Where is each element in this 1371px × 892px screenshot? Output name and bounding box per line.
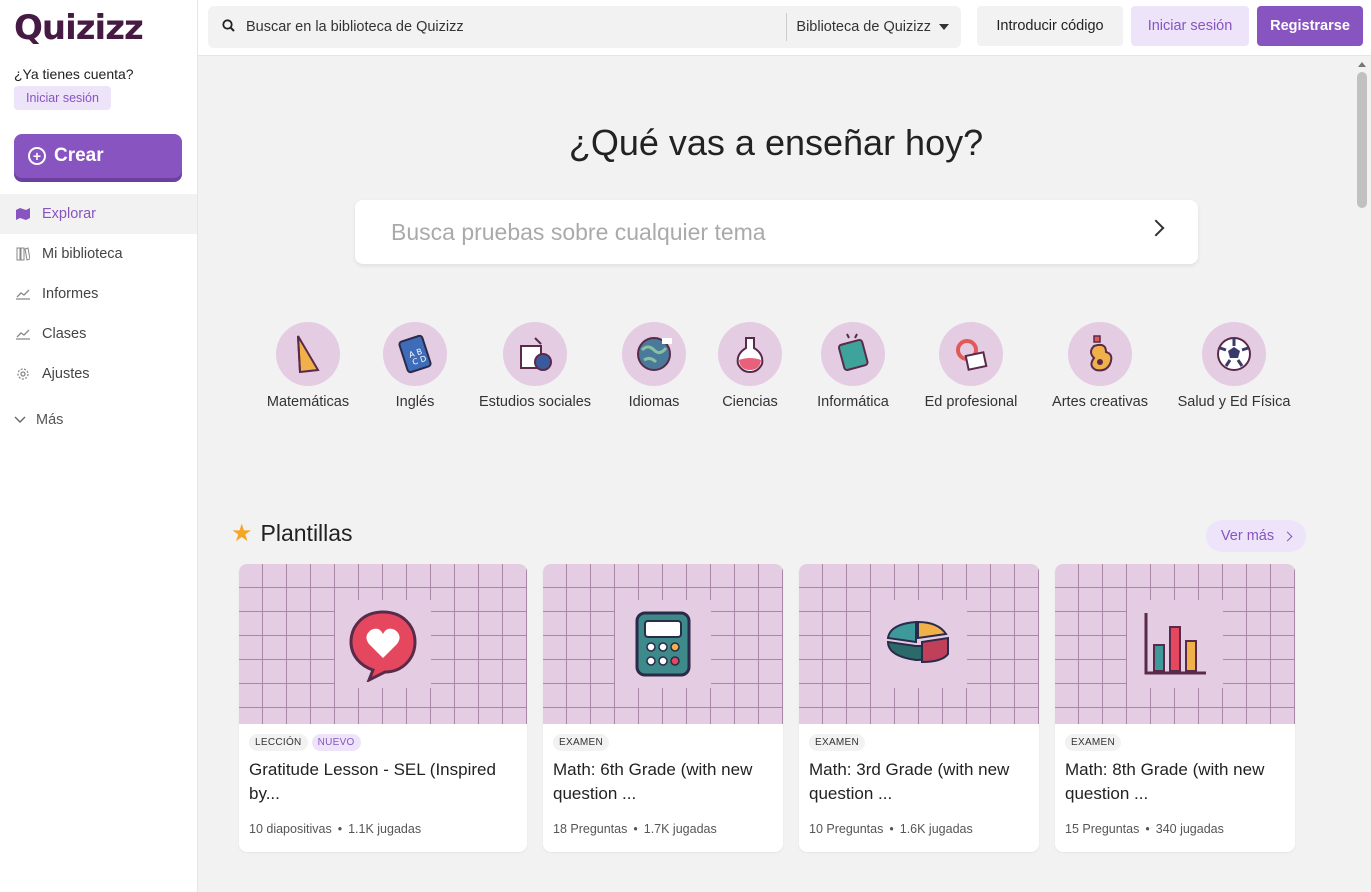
card-plays: 1.6K jugadas (899, 822, 973, 836)
page-title: ¿Qué vas a enseñar hoy? (568, 122, 984, 163)
arts-icon (1068, 322, 1132, 386)
card-tags: EXAMEN (809, 734, 866, 751)
flask-icon (718, 322, 782, 386)
caret-down-icon (939, 24, 949, 30)
chevron-right-icon (1282, 531, 1293, 541)
sidebar-item-explore[interactable]: Explorar (0, 194, 197, 234)
library-scope-value: Biblioteca de Quizizz (796, 19, 931, 35)
see-more-label: Ver más (1220, 528, 1275, 544)
more-label: Más (36, 412, 64, 428)
computer-icon (821, 322, 885, 386)
sidebar-more-toggle[interactable]: Más (14, 412, 63, 428)
template-card[interactable]: EXAMEN Math: 8th Grade (with new questio… (1055, 564, 1295, 852)
globe-icon (622, 322, 686, 386)
sidebar-login-button[interactable]: Iniciar sesión (14, 86, 111, 110)
library-scope-select[interactable]: Biblioteca de Quizizz (786, 13, 961, 41)
page-scrollbar[interactable] (1354, 56, 1371, 892)
card-count: 10 Preguntas (809, 822, 884, 836)
type-badge: EXAMEN (1065, 734, 1122, 751)
search-icon (222, 19, 236, 35)
card-title: Math: 8th Grade (with new question ... (1065, 760, 1265, 803)
top-bar: Buscar en la biblioteca de Quizizz Bibli… (198, 0, 1371, 56)
scroll-up-arrow-icon[interactable] (1358, 62, 1366, 67)
type-badge: EXAMEN (809, 734, 866, 751)
chevron-right-icon[interactable] (1147, 219, 1165, 237)
subject-english[interactable]: A BC D Inglés (345, 322, 485, 410)
card-title: Math: 3rd Grade (with new question ... (809, 760, 1010, 803)
card-meta: 15 Preguntas • 340 jugadas (1065, 822, 1224, 836)
social-studies-icon (503, 322, 567, 386)
template-card[interactable]: EXAMEN Math: 6th Grade (with new questio… (543, 564, 783, 852)
subject-label: Inglés (395, 394, 435, 410)
create-button[interactable]: + Crear (14, 134, 182, 178)
heart-bubble-icon (335, 600, 431, 688)
template-card[interactable]: EXAMEN Math: 3rd Grade (with new questio… (799, 564, 1039, 852)
library-search-bar[interactable]: Buscar en la biblioteca de Quizizz Bibli… (208, 6, 961, 48)
card-thumbnail (1055, 564, 1295, 724)
scrollbar-thumb[interactable] (1357, 72, 1367, 208)
card-plays: 1.7K jugadas (643, 822, 717, 836)
templates-header: ★ Plantillas (231, 520, 353, 547)
card-tags: LECCIÓN NUEVO (249, 734, 361, 751)
subject-list: Matemáticas A BC D Inglés Estudios socia… (0, 322, 1354, 412)
library-icon (16, 247, 30, 261)
card-meta: 10 Preguntas • 1.6K jugadas (809, 822, 973, 836)
english-book-icon: A BC D (383, 322, 447, 386)
card-title: Gratitude Lesson - SEL (Inspired by... (249, 760, 496, 803)
section-title: Plantillas (260, 520, 353, 546)
subject-label: Ed profesional (924, 394, 1018, 410)
sidebar-item-label: Mi biblioteca (42, 246, 123, 262)
library-search-input[interactable]: Buscar en la biblioteca de Quizizz (246, 19, 786, 35)
quizizz-logo[interactable]: Quizizz (14, 8, 144, 48)
math-icon (276, 322, 340, 386)
soccer-ball-icon (1202, 322, 1266, 386)
sidebar-item-library[interactable]: Mi biblioteca (0, 234, 197, 274)
have-account-text: ¿Ya tienes cuenta? (14, 66, 134, 82)
enter-code-button[interactable]: Introducir código (977, 6, 1123, 46)
signup-button[interactable]: Registrarse (1257, 6, 1363, 46)
card-count: 18 Preguntas (553, 822, 628, 836)
subject-professional[interactable]: Ed profesional (901, 322, 1041, 410)
card-thumbnail (239, 564, 527, 724)
star-icon: ★ (231, 519, 253, 547)
pie-chart-icon (871, 600, 967, 688)
card-thumbnail (543, 564, 783, 724)
topic-search-input[interactable]: Busca pruebas sobre cualquier tema (355, 200, 1198, 264)
topic-search-placeholder: Busca pruebas sobre cualquier tema (391, 218, 766, 245)
professional-icon (939, 322, 1003, 386)
chevron-down-icon (14, 416, 26, 423)
explore-icon (16, 207, 30, 221)
type-badge: EXAMEN (553, 734, 610, 751)
subject-label: Artes creativas (1052, 394, 1148, 410)
see-more-button[interactable]: Ver más (1206, 520, 1306, 552)
subject-health-pe[interactable]: Salud y Ed Física (1164, 322, 1304, 410)
create-label: Crear (54, 145, 104, 166)
login-button[interactable]: Iniciar sesión (1131, 6, 1249, 46)
card-title: Math: 6th Grade (with new question ... (553, 760, 753, 803)
reports-icon (16, 287, 30, 301)
card-meta: 10 diapositivas • 1.1K jugadas (249, 822, 422, 836)
type-badge: LECCIÓN (249, 734, 308, 751)
calculator-icon (615, 600, 711, 688)
card-tags: EXAMEN (1065, 734, 1122, 751)
card-plays: 1.1K jugadas (348, 822, 422, 836)
card-tags: EXAMEN (553, 734, 610, 751)
plus-circle-icon: + (28, 147, 46, 165)
subject-label: Salud y Ed Física (1177, 394, 1291, 410)
card-thumbnail (799, 564, 1039, 724)
bar-chart-icon (1127, 600, 1223, 688)
subject-creative-arts[interactable]: Artes creativas (1030, 322, 1170, 410)
sidebar-item-label: Explorar (42, 206, 96, 222)
card-count: 15 Preguntas (1065, 822, 1140, 836)
template-card[interactable]: LECCIÓN NUEVO Gratitude Lesson - SEL (In… (239, 564, 527, 852)
sidebar-item-reports[interactable]: Informes (0, 274, 197, 314)
card-meta: 18 Preguntas • 1.7K jugadas (553, 822, 717, 836)
card-count: 10 diapositivas (249, 822, 332, 836)
sidebar: Quizizz ¿Ya tienes cuenta? Iniciar sesió… (0, 0, 198, 892)
card-plays: 340 jugadas (1155, 822, 1224, 836)
sidebar-item-label: Informes (42, 286, 99, 302)
new-badge: NUEVO (311, 734, 361, 751)
